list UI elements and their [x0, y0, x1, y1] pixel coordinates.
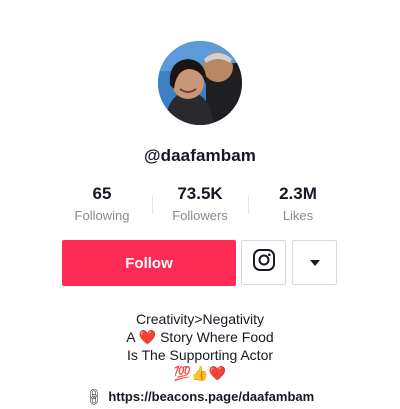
- avatar[interactable]: [158, 41, 242, 125]
- stat-value: 2.3M: [279, 184, 317, 203]
- stat-value: 65: [92, 184, 112, 203]
- stat-label: Followers: [172, 208, 228, 223]
- heart-emoji: ❤️: [138, 329, 157, 345]
- profile-link[interactable]: 🔗︎ https://beacons.page/daafambam: [0, 386, 400, 408]
- stat-likes[interactable]: 2.3M Likes: [248, 184, 348, 223]
- bio-text: A: [126, 329, 135, 345]
- instagram-icon: [252, 248, 276, 277]
- stat-label: Following: [74, 208, 130, 223]
- link-icon: 🔗︎: [82, 385, 105, 408]
- bio-line: A ❤️ Story Where Food: [0, 328, 400, 346]
- bio-line: Is The Supporting Actor: [126, 347, 274, 363]
- stat-label: Likes: [282, 208, 314, 223]
- stat-value: 73.5K: [177, 184, 223, 203]
- link-text[interactable]: https://beacons.page/daafambam: [108, 389, 314, 404]
- bio-line: Creativity>Negativity: [136, 311, 264, 327]
- caret-down-icon: [309, 254, 321, 272]
- bio-emojis: 💯👍❤️: [173, 365, 227, 381]
- more-options-button[interactable]: [292, 240, 337, 285]
- bio-text: Story Where Food: [160, 329, 274, 345]
- stat-followers[interactable]: 73.5K Followers: [150, 184, 250, 223]
- bio: Creativity>Negativity A ❤️ Story Where F…: [0, 310, 400, 382]
- instagram-button[interactable]: [241, 240, 286, 285]
- username: @daafambam: [143, 146, 257, 165]
- stat-following[interactable]: 65 Following: [52, 184, 152, 223]
- follow-button[interactable]: Follow: [62, 240, 236, 286]
